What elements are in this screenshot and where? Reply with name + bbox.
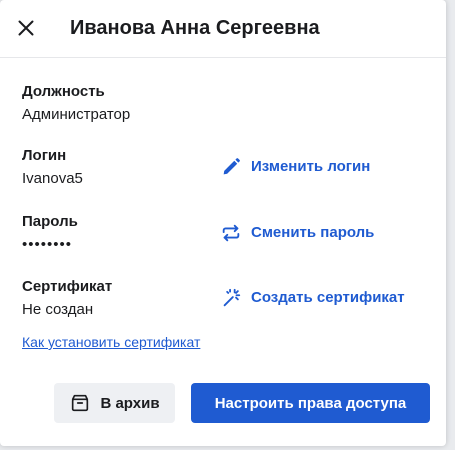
change-login-link[interactable]: Изменить логин <box>220 156 370 178</box>
password-label: Пароль <box>22 213 78 230</box>
swap-arrows-icon <box>222 224 240 242</box>
configure-access-button-label: Настроить права доступа <box>214 394 407 412</box>
user-profile-dialog: Иванова Анна Сергеевна Должность Админис… <box>0 0 446 446</box>
create-certificate-link[interactable]: Создать сертификат <box>220 287 405 309</box>
magic-wand-icon <box>223 288 241 307</box>
close-button[interactable] <box>14 16 38 40</box>
change-password-label: Сменить пароль <box>251 224 375 241</box>
position-label: Должность <box>22 83 105 100</box>
dialog-title: Иванова Анна Сергеевна <box>70 17 320 39</box>
certificate-install-help-link[interactable]: Как установить сертификат <box>22 333 200 351</box>
archive-button[interactable]: В архив <box>54 383 175 423</box>
change-login-label: Изменить логин <box>251 158 371 175</box>
login-value: Ivanova5 <box>22 170 83 187</box>
login-field: Логин Ivanova5 <box>22 146 83 189</box>
certificate-field: Сертификат Не создан <box>22 277 112 320</box>
change-password-link[interactable]: Сменить пароль <box>220 222 374 244</box>
dialog-header: Иванова Анна Сергеевна <box>0 0 446 58</box>
certificate-label: Сертификат <box>22 278 113 295</box>
close-icon <box>18 20 34 36</box>
configure-access-button[interactable]: Настроить права доступа <box>191 383 430 423</box>
position-field: Должность Администратор <box>22 82 130 125</box>
pencil-icon <box>223 158 240 175</box>
archive-box-icon <box>72 394 89 412</box>
login-label: Логин <box>22 147 67 164</box>
archive-button-label: В архив <box>100 394 160 412</box>
create-certificate-label: Создать сертификат <box>251 289 405 306</box>
password-field: Пароль •••••••• <box>22 212 78 255</box>
password-value: •••••••• <box>22 236 73 253</box>
position-value: Администратор <box>22 106 131 123</box>
certificate-value: Не создан <box>22 301 94 318</box>
